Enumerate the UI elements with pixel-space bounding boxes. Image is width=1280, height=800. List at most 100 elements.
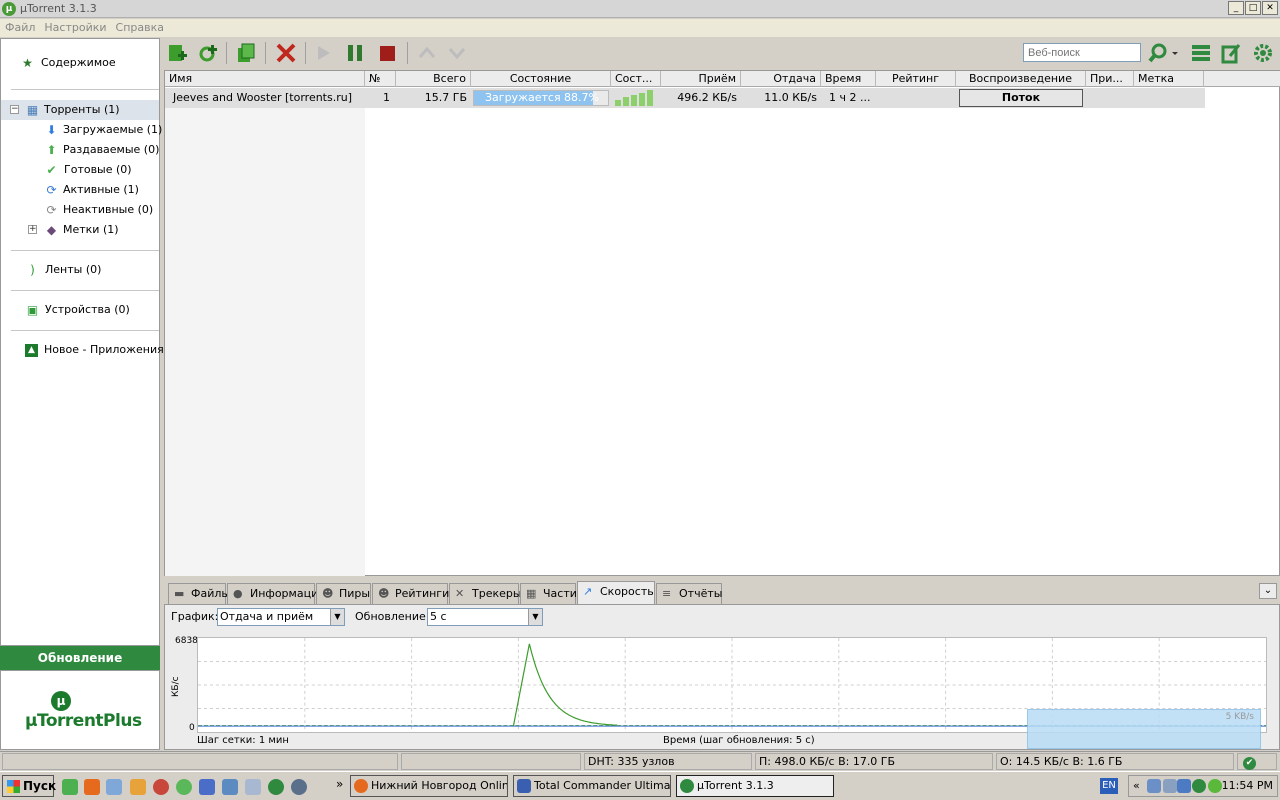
minimize-button[interactable]: _ — [1228, 1, 1244, 15]
column-status[interactable]: Состояние — [471, 71, 611, 87]
health-indicator — [615, 90, 657, 106]
update-interval-select[interactable]: 5 с ▼ — [427, 608, 543, 626]
expand-toggle[interactable]: + — [28, 225, 37, 234]
stream-button[interactable]: Поток — [959, 89, 1083, 107]
network-icon[interactable] — [1147, 779, 1161, 793]
move-down-icon[interactable] — [446, 42, 468, 64]
column-number[interactable]: № — [365, 71, 396, 87]
utorrent-plus-ad[interactable]: µ µTorrentPlus — [0, 670, 160, 750]
tab-peers[interactable]: ☻ Пиры — [316, 583, 371, 604]
quicklaunch-icon-3[interactable] — [106, 779, 122, 795]
column-upload-speed[interactable]: Отдача — [741, 71, 821, 87]
start-icon[interactable] — [312, 42, 334, 64]
quicklaunch-icon-6[interactable] — [176, 779, 192, 795]
menu-help[interactable]: Справка — [111, 19, 168, 34]
quicklaunch-icon-9[interactable] — [245, 779, 261, 795]
firefox-icon[interactable] — [84, 779, 100, 795]
column-rating[interactable]: Рейтинг — [876, 71, 956, 87]
sidebar-item-inactive[interactable]: ⟳ Неактивные (0) — [1, 200, 159, 220]
collapse-panel-button[interactable]: ⌄ — [1259, 583, 1277, 599]
tab-trackers[interactable]: ✕ Трекеры — [449, 583, 522, 604]
volume-icon[interactable] — [1177, 779, 1191, 793]
sidebar-item-downloading[interactable]: ⬇ Загружаемые (1) — [1, 120, 162, 140]
speed-limit-overlay[interactable]: 5 KB/s — [1027, 709, 1261, 749]
utorrent-quicklaunch-icon[interactable] — [268, 779, 284, 795]
tab-pieces[interactable]: ▦ Части — [520, 583, 577, 604]
sidebar-item-label: Неактивные (0) — [63, 203, 154, 216]
tray-expand-button[interactable]: « — [1133, 779, 1140, 792]
add-torrent-icon[interactable] — [166, 42, 188, 64]
device-icon: ▣ — [26, 303, 39, 317]
quicklaunch-icon-4[interactable] — [130, 779, 146, 795]
antivirus-icon[interactable] — [1208, 779, 1222, 793]
checkmark-icon: ✔ — [46, 163, 57, 177]
close-button[interactable]: ✕ — [1262, 1, 1278, 15]
tab-files[interactable]: ▬ Файлы — [168, 583, 230, 604]
y-tick-max: 6838 — [175, 636, 198, 646]
task-button-browser[interactable]: Нижний Новгород Onlin... — [350, 775, 508, 797]
sidebar-item-label: Содержимое — [41, 56, 116, 69]
sidebar-item-active[interactable]: ⟳ Активные (1) — [1, 180, 159, 200]
sidebar-item-devices[interactable]: ▣ Устройства (0) — [1, 300, 159, 320]
sidebar-item-completed[interactable]: ✔ Готовые (0) — [1, 160, 159, 180]
task-button-utorrent[interactable]: µTorrent 3.1.3 — [676, 775, 834, 797]
update-banner[interactable]: Обновление — [0, 646, 160, 670]
wordpress-icon[interactable] — [291, 779, 307, 795]
move-up-icon[interactable] — [416, 42, 438, 64]
sidebar-item-labels[interactable]: + ◆ Метки (1) — [1, 220, 159, 240]
tab-ratings[interactable]: ☻ Рейтинги — [372, 583, 449, 604]
search-icon[interactable] — [1147, 42, 1169, 64]
utorrent-tray-icon[interactable] — [1192, 779, 1206, 793]
sidebar-item-feeds[interactable]: ) Ленты (0) — [1, 260, 159, 280]
collapse-toggle[interactable]: − — [10, 105, 19, 114]
add-url-icon[interactable] — [198, 42, 220, 64]
column-priority[interactable]: При... — [1086, 71, 1134, 87]
quicklaunch-icon-7[interactable] — [199, 779, 215, 795]
start-button[interactable]: Пуск — [2, 775, 56, 797]
column-name[interactable]: Имя — [165, 71, 365, 87]
status-bar: DHT: 335 узлов П: 498.0 КБ/с В: 17.0 ГБ … — [0, 751, 1280, 770]
menu-settings[interactable]: Настройки — [39, 19, 110, 34]
sidebar-item-content[interactable]: ★ Содержимое — [1, 53, 159, 73]
chevron-down-icon[interactable] — [1170, 42, 1180, 64]
health-bar — [623, 97, 629, 106]
create-torrent-icon[interactable] — [234, 42, 256, 64]
tray-icon-2[interactable] — [1163, 779, 1177, 793]
column-playback[interactable]: Воспроизведение — [956, 71, 1086, 87]
remove-icon[interactable] — [275, 42, 297, 64]
column-eta[interactable]: Время — [821, 71, 876, 87]
language-indicator[interactable]: EN — [1100, 778, 1118, 794]
maximize-button[interactable]: □ — [1245, 1, 1261, 15]
task-button-total-commander[interactable]: Total Commander Ultima ... — [513, 775, 671, 797]
folder-icon: ▬ — [174, 587, 185, 600]
web-search-input[interactable] — [1023, 43, 1141, 62]
speed-chart-icon: ↗ — [583, 585, 593, 598]
tab-info[interactable]: ● Информация — [227, 583, 325, 604]
sidebar-item-torrents[interactable]: − ▦ Торренты (1) — [1, 100, 159, 120]
sidebar-item-seeding[interactable]: ⬆ Раздаваемые (0) — [1, 140, 159, 160]
table-row[interactable]: Jeeves and Wooster [torrents.ru] 1 15.7 … — [165, 88, 1205, 108]
sidebar-item-apps[interactable]: ▲ Новое - Приложения! — [1, 340, 168, 360]
list-view-icon[interactable] — [1190, 42, 1212, 64]
stop-icon[interactable] — [376, 42, 398, 64]
status-section — [2, 753, 398, 770]
tab-logs[interactable]: ≡ Отчёты — [656, 583, 722, 604]
column-size[interactable]: Всего — [396, 71, 471, 87]
menu-file[interactable]: Файл — [0, 19, 39, 34]
quicklaunch-icon-8[interactable] — [222, 779, 238, 795]
pause-icon[interactable] — [344, 42, 366, 64]
more-quicklaunch-button[interactable]: » — [336, 777, 343, 791]
arrow-down-icon: ⬇ — [46, 123, 57, 137]
chrome-icon[interactable] — [153, 779, 169, 795]
column-health[interactable]: Сост... — [611, 71, 661, 87]
tab-label: Части — [543, 587, 577, 600]
gear-icon[interactable] — [1252, 42, 1274, 64]
tab-speed[interactable]: ↗ Скорость — [577, 581, 655, 604]
remote-icon[interactable] — [1220, 42, 1242, 64]
info-icon: ● — [233, 587, 243, 600]
quicklaunch-icon-1[interactable] — [62, 779, 78, 795]
graph-type-select[interactable]: Отдача и приём ▼ — [217, 608, 345, 626]
column-download-speed[interactable]: Приём — [661, 71, 741, 87]
sidebar-item-label: Торренты (1) — [44, 103, 120, 116]
column-label[interactable]: Метка — [1134, 71, 1204, 87]
